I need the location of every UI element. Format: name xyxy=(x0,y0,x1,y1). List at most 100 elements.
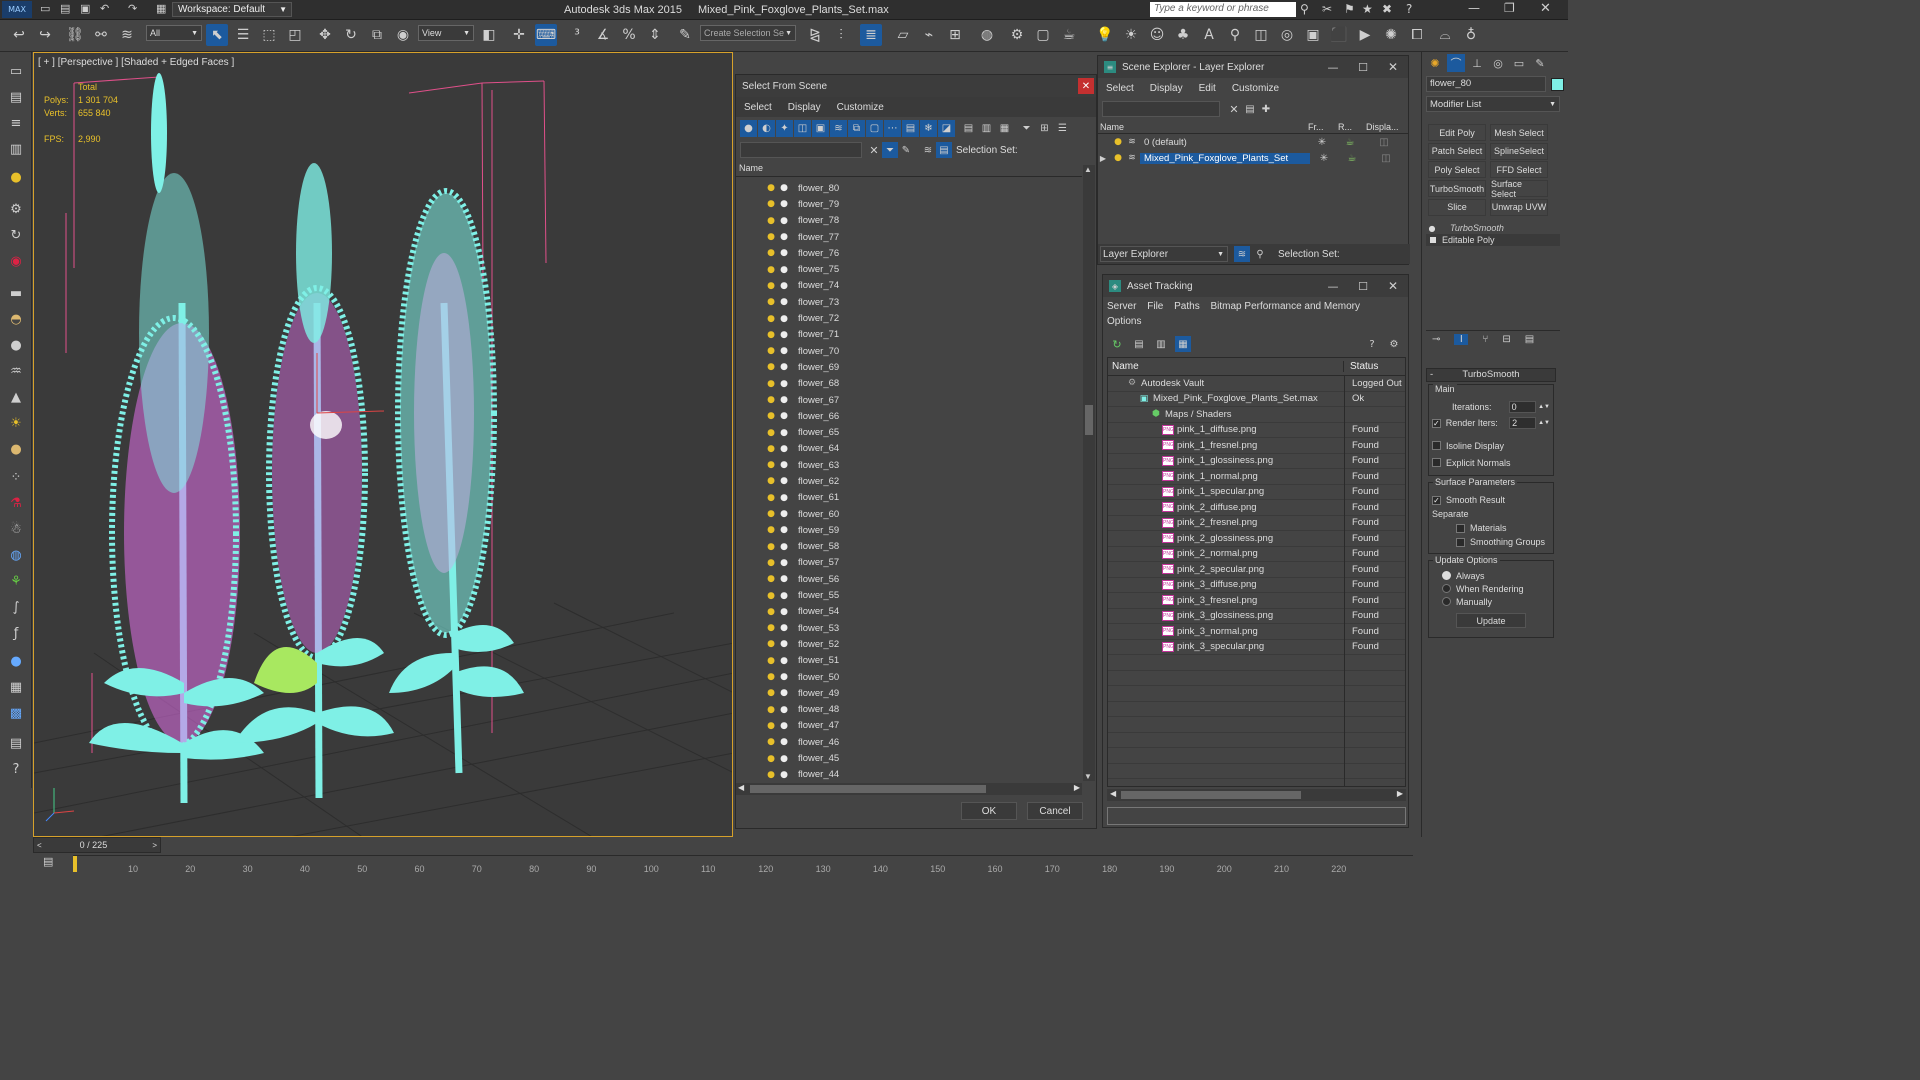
list-item[interactable]: ● ● flower_64 xyxy=(736,441,1082,457)
render-teapot-icon[interactable]: ☕ xyxy=(1338,153,1366,164)
menu-display[interactable]: Display xyxy=(1150,83,1183,94)
schematic-view-icon[interactable]: ⊞ xyxy=(944,24,966,46)
lightbulb-icon[interactable]: ● xyxy=(766,476,776,486)
tools-icon[interactable]: ✂ xyxy=(1322,2,1332,16)
spinner-snap-icon[interactable]: ⇕ xyxy=(644,24,666,46)
list-item[interactable]: ● ● flower_77 xyxy=(736,229,1082,245)
hair-fur-icon[interactable]: ∫ xyxy=(5,596,27,618)
asset-row[interactable]: PNG pink_1_diffuse.png Found xyxy=(1108,423,1405,438)
context-help-icon[interactable]: ⚙ xyxy=(1386,339,1402,350)
percent-snap-icon[interactable]: % xyxy=(618,24,640,46)
modifier-list-dropdown[interactable]: Modifier List ▼ xyxy=(1426,96,1560,112)
layer-manager-icon[interactable]: ≣ xyxy=(860,24,882,46)
layer-row[interactable]: ▶ ● ≋ Mixed_Pink_Foxglove_Plants_Set ✳ ☕… xyxy=(1098,150,1408,166)
named-selection-dropdown[interactable]: Create Selection Se ▼ xyxy=(700,25,796,41)
help-icon[interactable]: ? xyxy=(1364,339,1380,350)
list-item[interactable]: ● ● flower_63 xyxy=(736,457,1082,473)
snap-toggle-icon[interactable]: ³ xyxy=(566,24,588,46)
lightbulb-icon[interactable]: ● xyxy=(766,183,776,193)
pin-stack-icon[interactable]: ⊸ xyxy=(1432,334,1440,345)
text-icon[interactable]: A xyxy=(1198,24,1220,46)
light-icon[interactable]: ● xyxy=(5,166,27,188)
sphere-icon[interactable]: ● xyxy=(5,334,27,356)
sun-icon[interactable]: ☀ xyxy=(5,412,27,434)
remove-modifier-icon[interactable]: ⊟ xyxy=(1502,334,1510,345)
clipboard-icon[interactable]: ▤ xyxy=(5,732,27,754)
asset-row[interactable]: PNG pink_2_normal.png Found xyxy=(1108,547,1405,562)
modifier-button[interactable]: Unwrap UVW xyxy=(1490,198,1548,216)
update-button[interactable]: Update xyxy=(1456,613,1526,628)
list-item[interactable]: ● ● flower_71 xyxy=(736,327,1082,343)
minimize-icon[interactable]: — xyxy=(1318,61,1348,74)
menu-bitmap-performance[interactable]: Bitmap Performance and Memory xyxy=(1211,301,1361,312)
list-item[interactable]: ● ● flower_78 xyxy=(736,213,1082,229)
explicit-normals-checkbox[interactable] xyxy=(1432,458,1441,467)
scroll-left-icon[interactable]: ◀ xyxy=(738,783,744,792)
close-icon[interactable]: ✕ xyxy=(1378,60,1408,74)
list-item[interactable]: ● ● flower_52 xyxy=(736,636,1082,652)
bind-spacewarp-icon[interactable]: ≋ xyxy=(116,24,138,46)
asset-row[interactable]: PNG pink_1_fresnel.png Found xyxy=(1108,438,1405,454)
close-x-icon[interactable]: ✖ xyxy=(1382,2,1392,16)
helper-filter-icon[interactable]: ▣ xyxy=(812,119,829,137)
spinner-arrows-icon[interactable]: ▲▼ xyxy=(1538,404,1550,410)
col-name[interactable]: Name xyxy=(1108,361,1344,372)
modifier-button[interactable]: TurboSmooth xyxy=(1428,180,1486,198)
menu-customize[interactable]: Customize xyxy=(1232,83,1279,94)
lightbulb-icon[interactable]: ● xyxy=(766,754,776,764)
asset-row[interactable]: PNG pink_3_diffuse.png Found xyxy=(1108,578,1405,593)
snowman-icon[interactable]: ☃ xyxy=(5,518,27,540)
smooth-result-checkbox[interactable]: ✓ xyxy=(1432,495,1441,505)
list-item[interactable]: ● ● flower_68 xyxy=(736,376,1082,392)
light-icon[interactable]: 💡 xyxy=(1094,24,1116,46)
asset-row[interactable]: ⬢ Maps / Shaders xyxy=(1108,407,1405,423)
stack-item-turbosmooth[interactable]: ● TurboSmooth xyxy=(1426,222,1560,234)
modifier-button[interactable]: SplineSelect xyxy=(1490,142,1548,160)
new-file-icon[interactable]: ▭ xyxy=(40,2,50,15)
horizontal-scrollbar[interactable]: ◀ ▶ xyxy=(1107,789,1406,801)
list-item[interactable]: ● ● flower_45 xyxy=(736,750,1082,766)
tree-view-icon[interactable]: ▥ xyxy=(1153,339,1169,350)
list-item[interactable]: ● ● flower_48 xyxy=(736,702,1082,718)
asset-row[interactable]: PNG pink_2_diffuse.png Found xyxy=(1108,500,1405,516)
maximize-icon[interactable]: ☐ xyxy=(1348,61,1378,74)
list-item[interactable]: ● ● flower_65 xyxy=(736,424,1082,440)
new-layer-icon[interactable]: ▤ xyxy=(1242,104,1258,115)
asset-row[interactable]: PNG pink_1_specular.png Found xyxy=(1108,485,1405,500)
lightbulb-icon[interactable]: ● xyxy=(1110,153,1126,163)
modifier-button[interactable]: Edit Poly xyxy=(1428,124,1486,141)
list-scrollbar[interactable]: ▲ ▼ xyxy=(1083,165,1095,781)
explorer-mode-dropdown[interactable]: Layer Explorer ▼ xyxy=(1100,246,1228,262)
lightbulb-icon[interactable]: ● xyxy=(766,362,776,372)
rollout-header[interactable]: - TurboSmooth xyxy=(1426,368,1556,382)
asset-row[interactable]: PNG pink_3_specular.png Found xyxy=(1108,640,1405,655)
workspace-dropdown[interactable]: Workspace: Default ▼ xyxy=(172,2,292,17)
list-item[interactable]: ● ● flower_56 xyxy=(736,571,1082,587)
lightbulb-icon[interactable]: ● xyxy=(766,428,776,438)
object-color-swatch[interactable] xyxy=(1551,77,1564,91)
ball-icon[interactable]: ● xyxy=(5,438,27,460)
lightbulb-icon[interactable]: ● xyxy=(766,705,776,715)
select-invert-icon[interactable]: ▦ xyxy=(996,120,1013,137)
motion-panel-icon[interactable]: ▥ xyxy=(5,138,27,160)
dynamics-icon[interactable]: ⚗ xyxy=(5,492,27,514)
gear-icon[interactable]: ⚙ xyxy=(5,198,27,220)
save-file-icon[interactable]: ▣ xyxy=(80,2,90,15)
particle-icon[interactable]: ✺ xyxy=(1380,24,1402,46)
list-item[interactable]: ● ● flower_70 xyxy=(736,343,1082,359)
menu-server[interactable]: Server xyxy=(1107,301,1136,312)
scroll-down-icon[interactable]: ▼ xyxy=(1084,772,1092,781)
list-item[interactable]: ● ● flower_73 xyxy=(736,294,1082,310)
menu-customize[interactable]: Customize xyxy=(837,102,884,113)
lightbulb-icon[interactable]: ● xyxy=(766,314,776,324)
hierarchy-tab-icon[interactable]: ⊥ xyxy=(1468,54,1486,72)
asset-row[interactable]: PNG pink_3_normal.png Found xyxy=(1108,624,1405,640)
col-name[interactable]: Name xyxy=(1098,122,1308,132)
when-rendering-radio[interactable] xyxy=(1442,584,1451,593)
list-item[interactable]: ● ● flower_47 xyxy=(736,718,1082,734)
render-icon[interactable]: ◉ xyxy=(5,250,27,272)
rendered-frame-icon[interactable]: ▢ xyxy=(1032,24,1054,46)
container-filter-icon[interactable]: ▤ xyxy=(902,119,919,137)
list-item[interactable]: ● ● flower_54 xyxy=(736,604,1082,620)
lightbulb-icon[interactable]: ● xyxy=(766,216,776,226)
